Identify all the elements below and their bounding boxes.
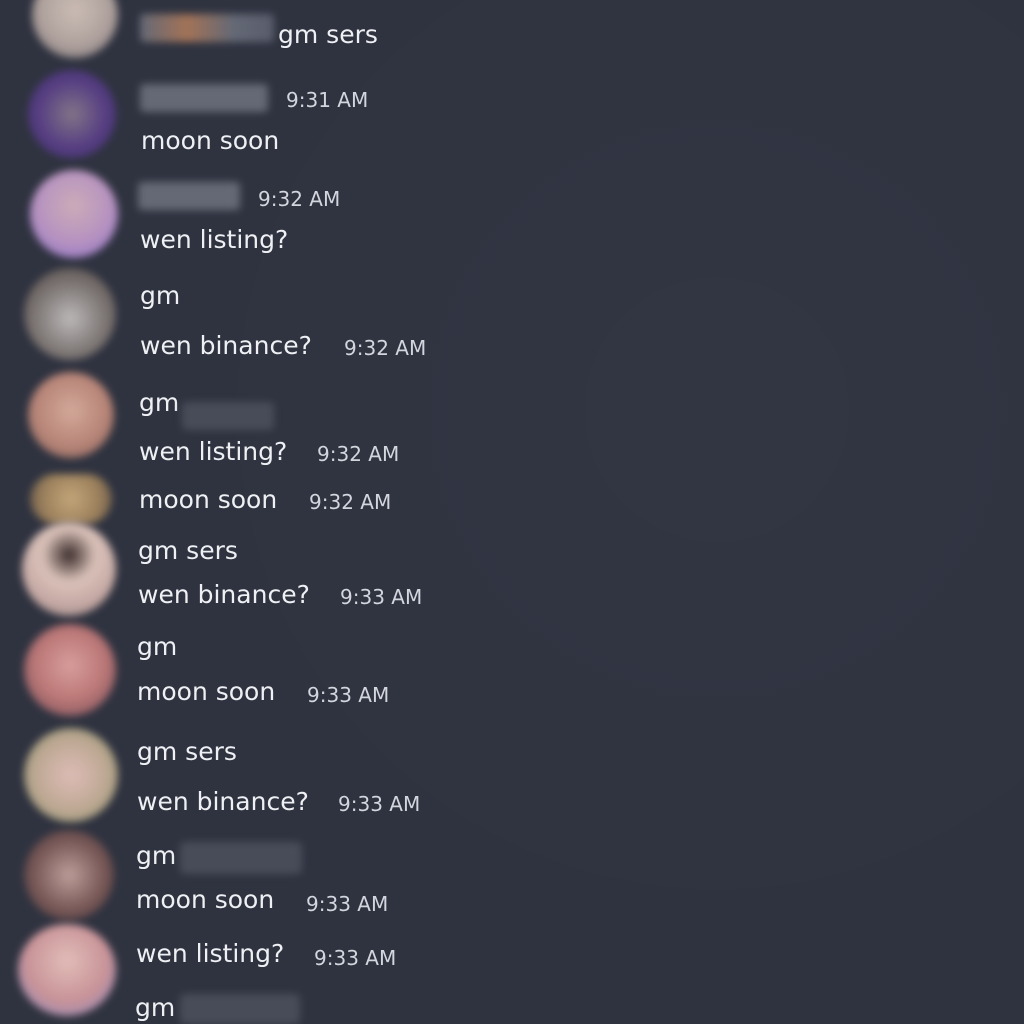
message-text: moon soon [137,677,276,706]
user-avatar[interactable] [24,268,116,360]
user-avatar[interactable] [32,0,118,58]
message-timestamp: 9:33 AM [306,892,389,916]
user-avatar[interactable] [24,624,116,716]
redacted-username [180,842,302,874]
message-timestamp: 9:32 AM [309,490,392,514]
user-avatar[interactable] [30,170,118,258]
message-text: wen binance? [140,331,312,360]
message-text: gm [136,841,177,870]
message-text: gm [135,993,176,1022]
message-timestamp: 9:32 AM [344,336,427,360]
message-text: gm [140,281,181,310]
user-avatar[interactable] [18,924,116,1016]
message-timestamp: 9:33 AM [307,683,390,707]
message-text: gm [139,388,180,417]
message-text: moon soon [136,885,275,914]
user-avatar[interactable] [24,728,118,822]
user-avatar[interactable] [28,70,116,158]
redacted-username [182,402,274,430]
message-text: gm sers [137,737,237,766]
user-avatar[interactable] [28,372,114,458]
message-text: moon soon [139,485,278,514]
redacted-username [140,84,268,112]
user-avatar[interactable] [30,474,112,524]
message-timestamp: 9:33 AM [314,946,397,970]
redacted-username [140,14,274,42]
user-avatar[interactable] [22,522,116,616]
redacted-username [180,994,300,1024]
message-timestamp: 9:31 AM [286,88,369,112]
user-avatar[interactable] [24,830,114,920]
message-text: moon soon [141,126,280,155]
message-text: wen binance? [137,787,309,816]
message-text: gm [137,632,178,661]
message-text: wen listing? [139,437,288,466]
message-text: gm sers [138,536,238,565]
message-text: wen binance? [138,580,310,609]
chat-message-list[interactable]: gm sers 9:31 AM moon soon 9:32 AM wen li… [0,0,1024,1024]
message-text: wen listing? [140,225,289,254]
message-timestamp: 9:32 AM [258,187,341,211]
message-timestamp: 9:33 AM [338,792,421,816]
message-timestamp: 9:32 AM [317,442,400,466]
message-timestamp: 9:33 AM [340,585,423,609]
redacted-username [138,182,240,210]
message-text: gm sers [278,20,378,49]
message-text: wen listing? [136,939,285,968]
